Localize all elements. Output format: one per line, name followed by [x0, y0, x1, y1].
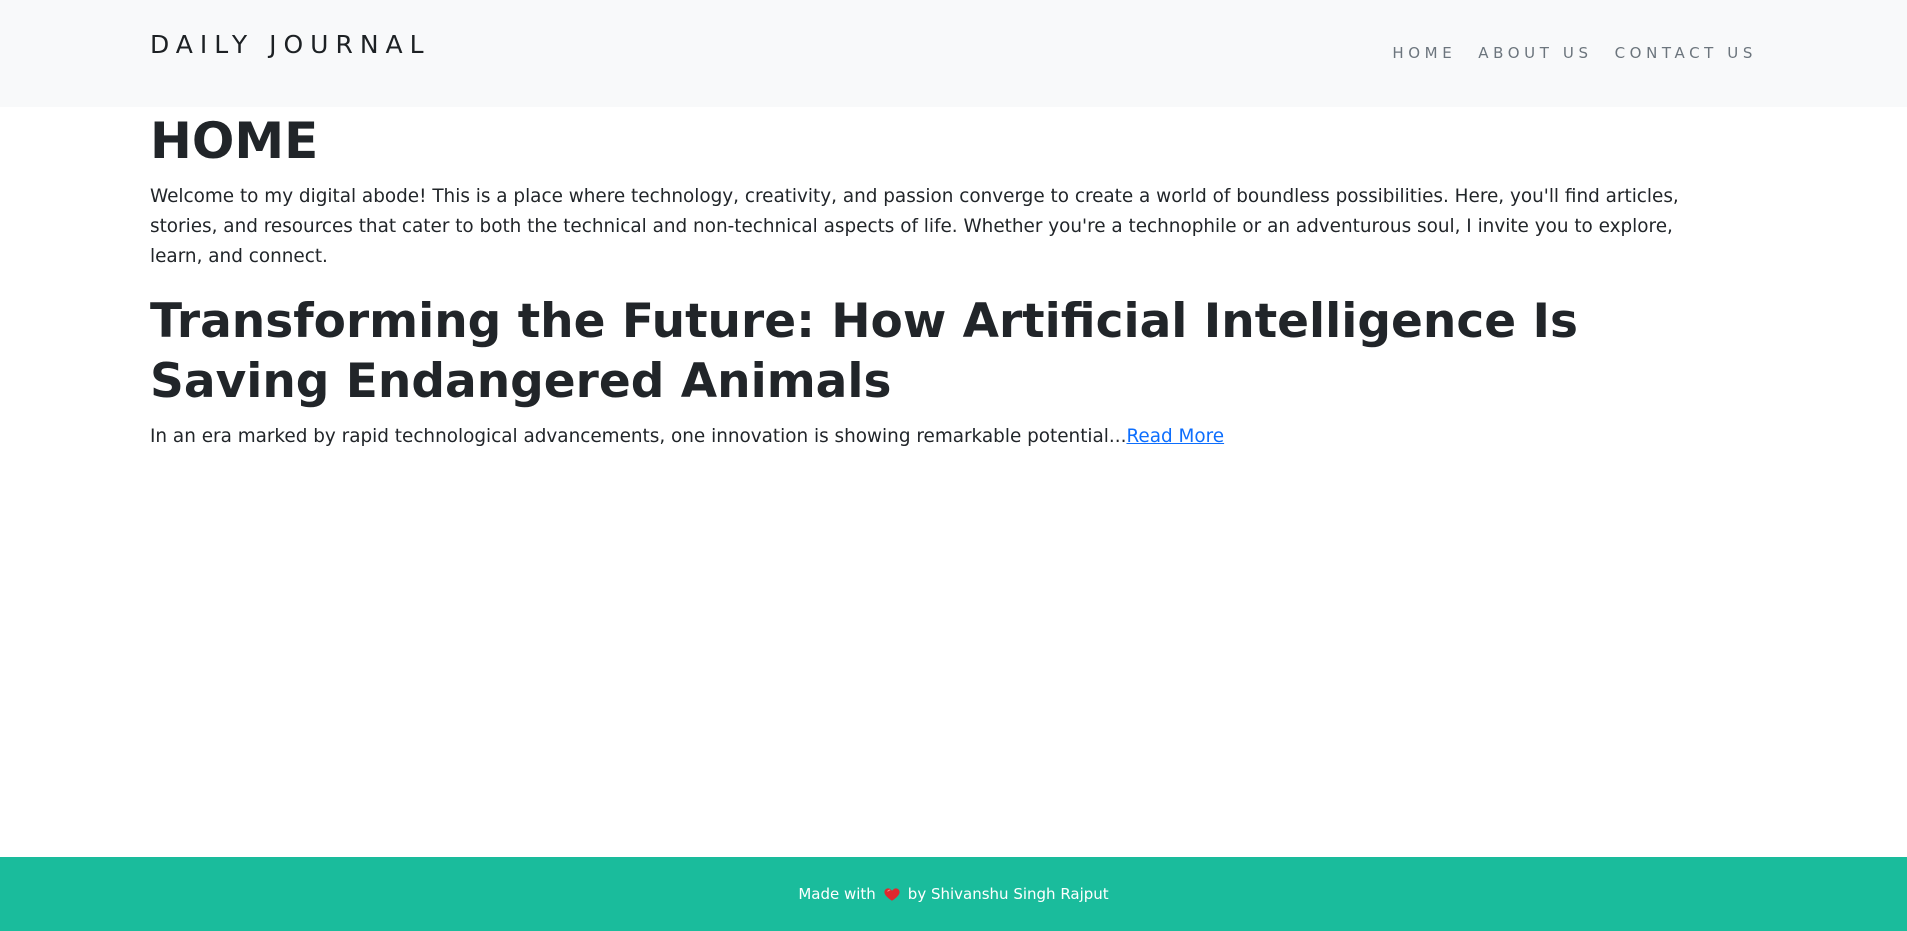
nav-links: HOME ABOUT US CONTACT US [1392, 44, 1757, 62]
footer: Made with by Shivanshu Singh Rajput [0, 857, 1907, 931]
nav-link-contact-us[interactable]: CONTACT US [1615, 44, 1757, 62]
nav-link-about-us[interactable]: ABOUT US [1478, 44, 1592, 62]
brand-logo-link[interactable]: DAILY JOURNAL [150, 30, 431, 59]
heart-icon [883, 885, 901, 903]
main-content: HOME Welcome to my digital abode! This i… [150, 107, 1750, 452]
footer-prefix: Made with [798, 885, 876, 903]
post-item: Transforming the Future: How Artificial … [150, 292, 1750, 452]
nav-link-home[interactable]: HOME [1392, 44, 1456, 62]
page-title: HOME [150, 112, 319, 170]
read-more-link[interactable]: Read More [1126, 426, 1224, 447]
navbar: DAILY JOURNAL HOME ABOUT US CONTACT US [0, 0, 1907, 107]
post-excerpt: In an era marked by rapid technological … [150, 422, 1750, 452]
post-excerpt-text: In an era marked by rapid technological … [150, 426, 1127, 447]
post-title: Transforming the Future: How Artificial … [150, 294, 1578, 409]
footer-suffix: by Shivanshu Singh Rajput [907, 885, 1109, 903]
intro-paragraph: Welcome to my digital abode! This is a p… [150, 186, 1679, 267]
